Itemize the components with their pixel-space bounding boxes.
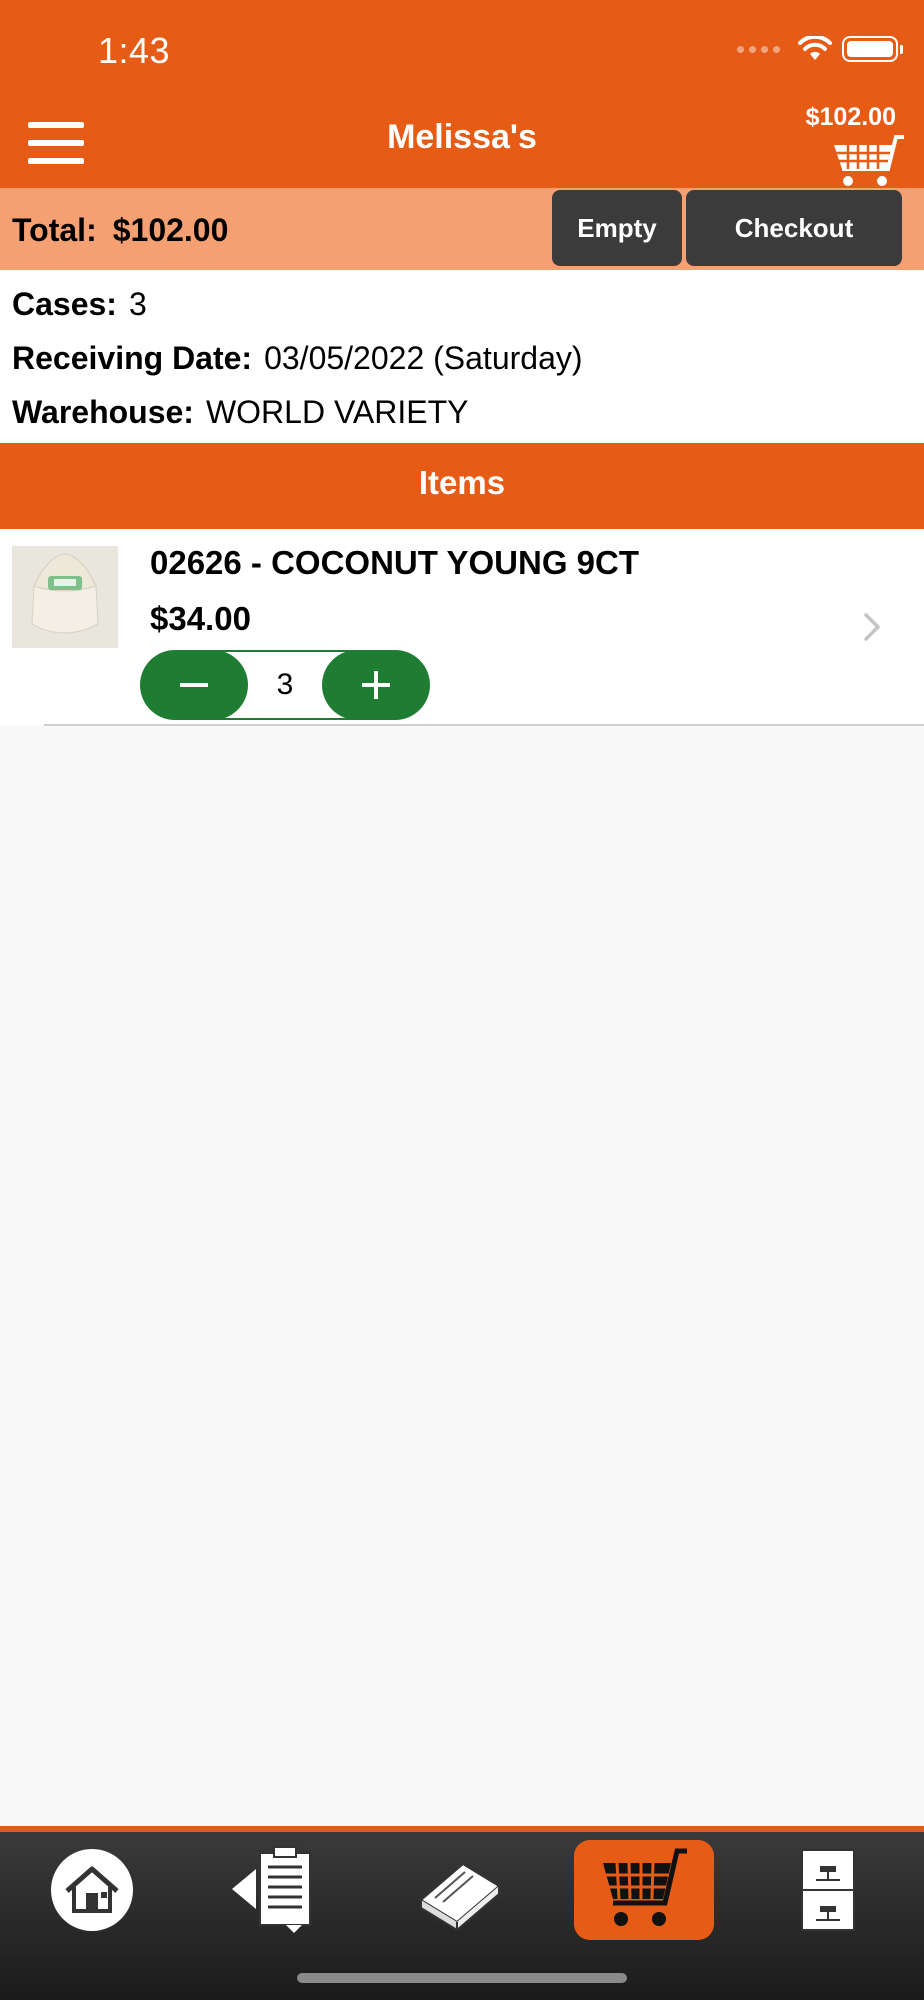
header-cart-icon[interactable]: [830, 133, 906, 189]
tab-files[interactable]: [758, 1840, 898, 1940]
cellular-signal-icon: [737, 45, 780, 53]
catalog-book-icon: [419, 1862, 501, 1930]
clipboard-back-icon: [232, 1846, 311, 1933]
tab-catalog[interactable]: [390, 1840, 530, 1940]
empty-cart-button[interactable]: Empty: [552, 190, 682, 266]
quantity-value[interactable]: 3: [248, 650, 322, 720]
increase-quantity-button[interactable]: [322, 650, 430, 720]
status-time: 1:43: [98, 30, 171, 71]
cart-total: Total: $102.00: [12, 212, 228, 249]
page-title: Melissa's: [387, 118, 537, 156]
items-section-header: Items: [0, 443, 924, 529]
warehouse-row: Warehouse: WORLD VARIETY: [12, 394, 469, 431]
total-label: Total:: [12, 212, 97, 248]
decrease-quantity-button[interactable]: [140, 650, 248, 720]
tab-cart[interactable]: [574, 1840, 714, 1940]
row-divider: [44, 724, 924, 726]
coconut-thumbnail: [12, 546, 118, 648]
checkout-button[interactable]: Checkout: [686, 190, 902, 266]
quantity-stepper: 3: [140, 650, 430, 720]
app-header: 1:43 Melissa's $102.00: [0, 0, 924, 188]
cases-value: 3: [128, 286, 147, 322]
receiving-date-value: 03/05/2022 (Saturday): [264, 340, 583, 376]
cases-row: Cases: 3: [12, 286, 147, 323]
header-cart-total[interactable]: $102.00: [806, 103, 896, 132]
warehouse-label: Warehouse:: [12, 394, 194, 430]
home-icon: [51, 1849, 133, 1931]
cases-label: Cases:: [12, 286, 117, 322]
warehouse-value: WORLD VARIETY: [205, 394, 469, 430]
item-name: 02626 - COCONUT YOUNG 9CT: [150, 544, 640, 581]
battery-icon: [842, 36, 903, 62]
plus-icon: [362, 671, 390, 699]
tab-order-guide[interactable]: [206, 1840, 346, 1940]
minus-icon: [180, 683, 208, 687]
status-icons: [737, 36, 903, 62]
total-value: $102.00: [112, 212, 229, 248]
item-price: $34.00: [150, 600, 251, 637]
receiving-date-label: Receiving Date:: [12, 340, 253, 376]
file-cabinet-icon: [801, 1849, 855, 1931]
home-indicator: [297, 1973, 627, 1983]
order-info: Cases: 3 Receiving Date: 03/05/2022 (Satur…: [0, 270, 924, 442]
chevron-right-icon: [864, 613, 880, 641]
wifi-icon: [798, 36, 832, 60]
tab-home[interactable]: [22, 1840, 162, 1940]
cart-icon: [603, 1848, 687, 1926]
receiving-date-row: Receiving Date: 03/05/2022 (Saturday): [12, 340, 583, 377]
